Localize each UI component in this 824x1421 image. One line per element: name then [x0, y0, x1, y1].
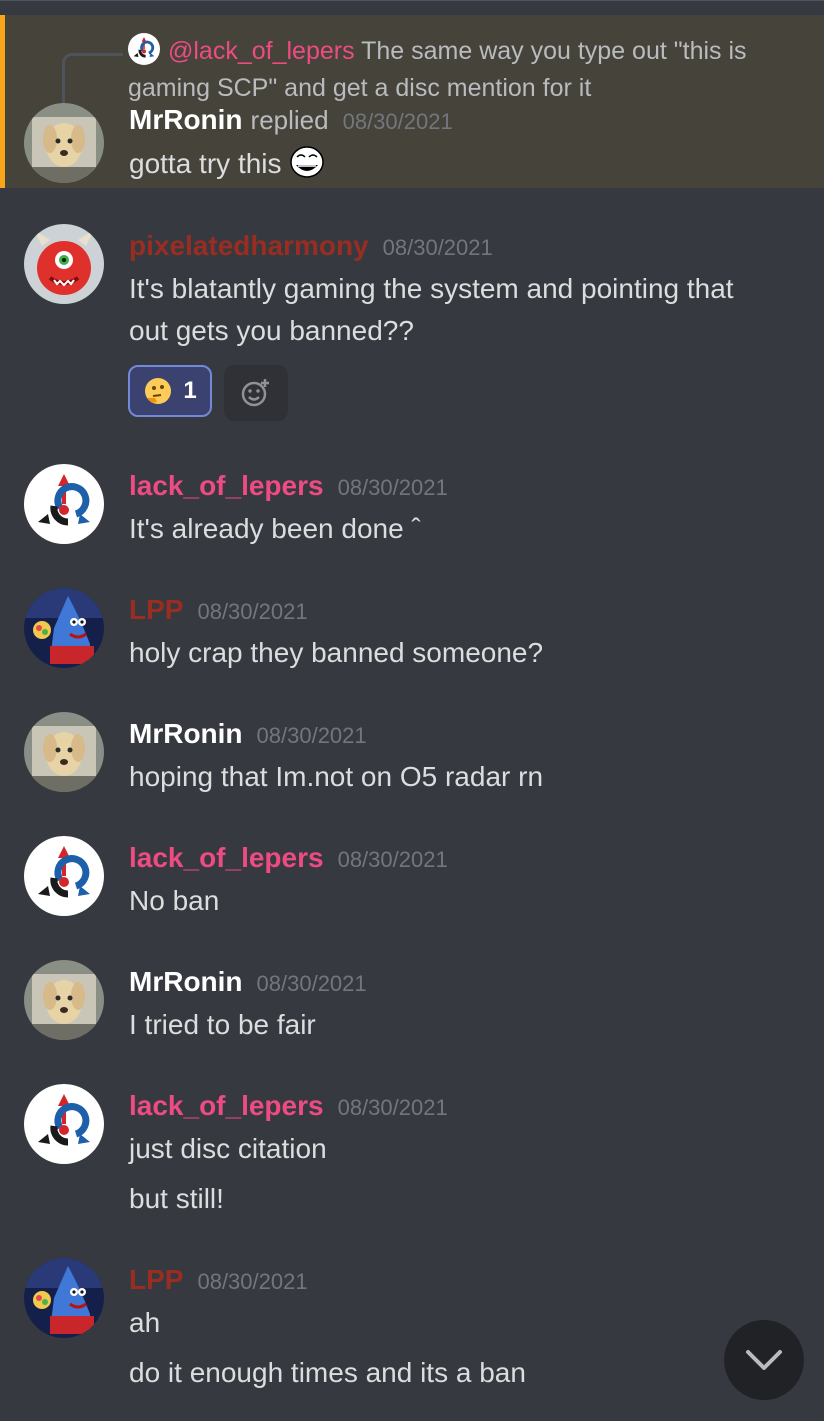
- reply-preview[interactable]: @lack_of_lepers The same way you type ou…: [128, 33, 808, 107]
- add-reaction-icon: [241, 379, 269, 407]
- reaction-pill[interactable]: 1: [128, 365, 212, 417]
- message[interactable]: LPP 08/30/2021 ah do it enough times and …: [0, 1258, 824, 1398]
- message-line: It's blatantly gaming the system and poi…: [129, 273, 734, 304]
- scp-logo-avatar-icon[interactable]: [24, 464, 104, 544]
- message-line: ah: [129, 1307, 161, 1338]
- message-line: No ban: [129, 885, 220, 916]
- message-header: MrRonin replied 08/30/2021: [129, 104, 453, 136]
- message[interactable]: LPP 08/30/2021 holy crap they banned some…: [0, 588, 824, 678]
- message-header: lack_of_lepers 08/30/2021: [129, 1090, 448, 1122]
- message-line: but still!: [129, 1183, 224, 1214]
- patrick-avatar-icon[interactable]: [24, 1258, 104, 1338]
- author-name[interactable]: lack_of_lepers: [129, 470, 324, 501]
- timestamp: 08/30/2021: [337, 1095, 448, 1120]
- message-header: pixelatedharmony 08/30/2021: [129, 230, 493, 262]
- message[interactable]: pixelatedharmony 08/30/2021 It's blatantl…: [0, 224, 824, 424]
- scp-logo-avatar-icon[interactable]: [24, 836, 104, 916]
- timestamp: 08/30/2021: [256, 723, 367, 748]
- add-reaction-button[interactable]: [224, 365, 288, 421]
- author-name[interactable]: LPP: [129, 1264, 183, 1295]
- message-line: It's already been done ˆ: [129, 513, 421, 544]
- message-header: LPP 08/30/2021: [129, 594, 308, 626]
- thinking-emoji-icon: [145, 378, 172, 404]
- message[interactable]: lack_of_lepers 08/30/2021 It's already be…: [0, 464, 824, 554]
- message[interactable]: MrRonin 08/30/2021 hoping that Im.not on …: [0, 712, 824, 802]
- chevron-down-icon: [746, 1350, 782, 1370]
- author-name[interactable]: LPP: [129, 594, 183, 625]
- author-name[interactable]: MrRonin: [129, 718, 243, 749]
- red-monster-avatar-icon[interactable]: [24, 224, 104, 304]
- trollface-emoji-icon: [290, 146, 325, 178]
- message-line: I tried to be fair: [129, 1009, 316, 1040]
- message-line: holy crap they banned someone?: [129, 637, 544, 668]
- author-name[interactable]: pixelatedharmony: [129, 230, 369, 261]
- message-highlighted[interactable]: @lack_of_lepers The same way you type ou…: [0, 15, 824, 188]
- author-name[interactable]: MrRonin: [129, 966, 243, 997]
- message-header: MrRonin 08/30/2021: [129, 966, 367, 998]
- patrick-avatar-icon[interactable]: [24, 588, 104, 668]
- reaction-count: 1: [183, 377, 197, 404]
- reply-avatar-icon: [128, 33, 160, 65]
- message-header: MrRonin 08/30/2021: [129, 718, 367, 750]
- message[interactable]: lack_of_lepers 08/30/2021 just disc citat…: [0, 1084, 824, 1224]
- message-line: just disc citation: [129, 1133, 327, 1164]
- timestamp: 08/30/2021: [382, 235, 493, 260]
- message-line: do it enough times and its a ban: [129, 1357, 526, 1388]
- top-divider: [0, 0, 824, 1]
- author-name[interactable]: lack_of_lepers: [129, 842, 324, 873]
- dog-avatar-icon[interactable]: [24, 960, 104, 1040]
- timestamp: 08/30/2021: [197, 599, 308, 624]
- message[interactable]: MrRonin 08/30/2021 I tried to be fair: [0, 960, 824, 1050]
- timestamp: 08/30/2021: [337, 847, 448, 872]
- dog-avatar-icon[interactable]: [24, 103, 104, 183]
- message-text: gotta try this: [129, 143, 325, 185]
- message[interactable]: lack_of_lepers 08/30/2021 No ban: [0, 836, 824, 926]
- message-header: lack_of_lepers 08/30/2021: [129, 842, 448, 874]
- timestamp: 08/30/2021: [197, 1269, 308, 1294]
- dog-avatar-icon[interactable]: [24, 712, 104, 792]
- message-header: lack_of_lepers 08/30/2021: [129, 470, 448, 502]
- replied-label: replied: [250, 105, 329, 135]
- author-name[interactable]: lack_of_lepers: [129, 1090, 324, 1121]
- message-line: out gets you banned??: [129, 315, 414, 346]
- author-name[interactable]: MrRonin: [129, 104, 243, 135]
- scroll-to-bottom-button[interactable]: [724, 1320, 804, 1400]
- scp-logo-avatar-icon[interactable]: [24, 1084, 104, 1164]
- message-line: gotta try this: [129, 148, 282, 179]
- timestamp: 08/30/2021: [337, 475, 448, 500]
- timestamp: 08/30/2021: [256, 971, 367, 996]
- timestamp: 08/30/2021: [342, 109, 453, 134]
- message-line: hoping that Im.not on O5 radar rn: [129, 761, 544, 792]
- reply-mention[interactable]: @lack_of_lepers: [168, 37, 355, 65]
- mention-highlight-bar: [0, 15, 5, 188]
- message-header: LPP 08/30/2021: [129, 1264, 308, 1296]
